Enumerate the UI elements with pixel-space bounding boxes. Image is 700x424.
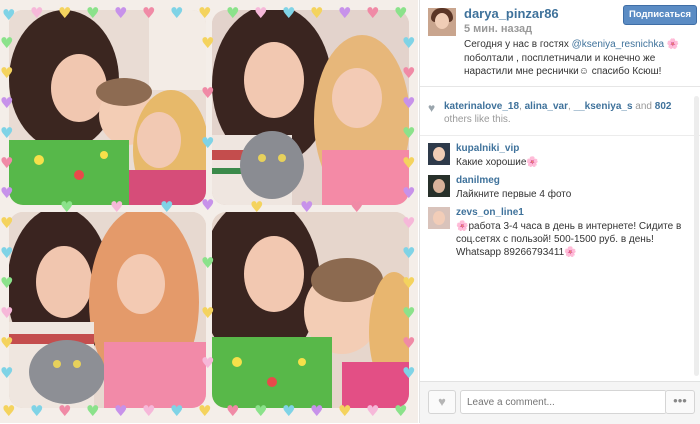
collage-photo-2 bbox=[212, 10, 409, 205]
comments-scrollbar[interactable] bbox=[694, 96, 699, 376]
collage-photo-4-image bbox=[212, 212, 409, 408]
post-time[interactable]: 5 мин. назад bbox=[464, 23, 532, 35]
caption-mention[interactable]: @kseniya_resnichka bbox=[572, 39, 664, 50]
like-button[interactable]: ♥ bbox=[428, 390, 456, 414]
collage-photo-3 bbox=[9, 212, 206, 408]
heart-icon: ♥ bbox=[438, 394, 446, 409]
author-avatar[interactable] bbox=[428, 8, 456, 36]
collage-photo-4 bbox=[212, 212, 409, 408]
comment-footer: ♥ ••• bbox=[420, 381, 700, 424]
avatar-face bbox=[433, 147, 445, 161]
comment-item: danilmeg Лайкните первые 4 фото bbox=[420, 175, 700, 205]
liker-3[interactable]: __kseniya_s bbox=[574, 101, 633, 112]
post-details-panel: darya_pinzar86 Подписаться 5 мин. назад … bbox=[419, 0, 700, 424]
comment-username[interactable]: zevs_on_line1 bbox=[456, 207, 524, 218]
likes-text: katerinalove_18, alina_var, __kseniya_s … bbox=[444, 101, 672, 125]
caption-text-start: Сегодня у нас в гостях bbox=[464, 39, 572, 50]
collage-photo-1 bbox=[9, 10, 206, 205]
commenter-avatar[interactable] bbox=[428, 143, 450, 165]
heart-icon: ♥ bbox=[428, 101, 436, 115]
avatar-face bbox=[433, 179, 445, 193]
more-options-button[interactable]: ••• bbox=[665, 390, 695, 414]
comment-input[interactable] bbox=[460, 390, 667, 414]
collage-photo-2-image bbox=[212, 10, 409, 205]
comment-item: zevs_on_line1 🌸работа 3-4 часа в день в … bbox=[420, 207, 700, 267]
collage-photo-1-image bbox=[9, 10, 206, 205]
liker-2[interactable]: alina_var bbox=[525, 101, 568, 112]
avatar-face bbox=[433, 211, 445, 225]
likes-and: and bbox=[635, 101, 652, 112]
comment-item: kupalniki_vip Какие хорошие🌸 bbox=[420, 143, 700, 173]
avatar-face bbox=[435, 13, 449, 29]
commenter-avatar[interactable] bbox=[428, 207, 450, 229]
author-username[interactable]: darya_pinzar86 bbox=[464, 6, 559, 21]
collage-photo-3-image bbox=[9, 212, 206, 408]
divider bbox=[420, 135, 700, 136]
post-caption: Сегодня у нас в гостях @kseniya_resnichk… bbox=[464, 38, 696, 79]
likes-section: ♥ katerinalove_18, alina_var, __kseniya_… bbox=[420, 96, 700, 134]
comment-username[interactable]: danilmeg bbox=[456, 175, 500, 186]
likes-others: others like this. bbox=[444, 114, 511, 125]
liker-1[interactable]: katerinalove_18 bbox=[444, 101, 519, 112]
commenter-avatar[interactable] bbox=[428, 175, 450, 197]
post-photo[interactable]: instagram bbox=[0, 0, 418, 423]
post-header: darya_pinzar86 Подписаться 5 мин. назад … bbox=[420, 0, 700, 87]
follow-button[interactable]: Подписаться bbox=[623, 5, 697, 25]
likes-count[interactable]: 802 bbox=[655, 101, 672, 112]
comment-text: 🌸работа 3-4 часа в день в интернете! Сид… bbox=[456, 221, 682, 258]
comment-text: Лайкните первые 4 фото bbox=[456, 189, 572, 200]
comment-username[interactable]: kupalniki_vip bbox=[456, 143, 519, 154]
comment-text: Какие хорошие🌸 bbox=[456, 157, 539, 168]
